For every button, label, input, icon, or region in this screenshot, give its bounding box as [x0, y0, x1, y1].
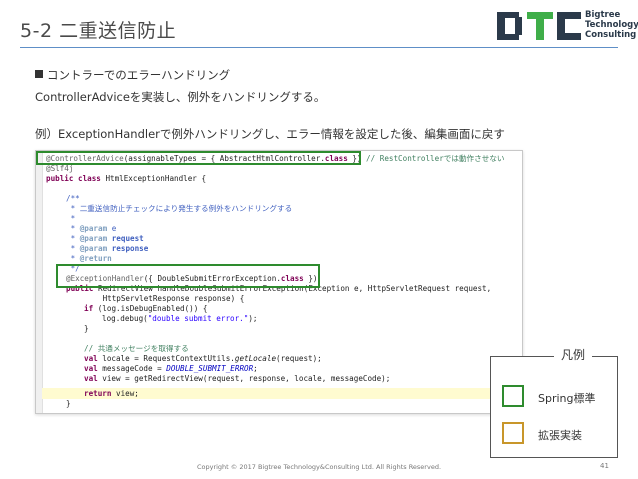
- legend-swatch-ext: [502, 422, 524, 444]
- code-line: *: [66, 214, 76, 223]
- code-line: }: [84, 324, 89, 333]
- code-line: val view = getRedirectView(request, resp…: [84, 374, 391, 383]
- square-bullet-icon: [35, 70, 43, 78]
- code-line: return view;: [84, 389, 139, 398]
- code-line: // 共通メッセージを取得する: [84, 344, 189, 353]
- code-line: }: [66, 399, 71, 408]
- company-logo: Bigtree Technology Consulting: [497, 8, 638, 44]
- code-line: /**: [66, 194, 80, 203]
- title-divider: [20, 47, 618, 48]
- legend-label-spring: Spring標準: [538, 392, 596, 405]
- description-text: ControllerAdviceを実装し、例外をハンドリングする。: [35, 90, 326, 104]
- code-line: log.debug("double submit error.");: [102, 314, 258, 323]
- code-line: * @param request: [66, 234, 144, 243]
- code-line: * 二重送信防止チェックにより発生する例外をハンドリングする: [66, 204, 293, 213]
- legend-title: 凡例: [554, 346, 592, 363]
- editor-gutter: [36, 151, 43, 413]
- slide-title: 5-2 二重送信防止: [20, 20, 177, 42]
- logo-mark-icon: [497, 12, 581, 40]
- code-line: if (log.isDebugEnabled()) {: [84, 304, 208, 313]
- example-text: 例）ExceptionHandlerで例外ハンドリングし、エラー情報を設定した後…: [35, 127, 505, 141]
- page-number: 41: [600, 462, 609, 470]
- spring-annotation-highlight: [36, 151, 361, 165]
- code-line: * @param response: [66, 244, 149, 253]
- legend-swatch-spring: [502, 385, 524, 407]
- code-line: val messageCode = DOUBLE_SUBMIT_ERROR;: [84, 364, 258, 373]
- code-line: @Slf4j: [46, 164, 74, 173]
- code-line: HttpServletResponse response) {: [66, 294, 245, 303]
- code-line: * @param e: [66, 224, 117, 233]
- code-line: val locale = RequestContextUtils.getLoca…: [84, 354, 322, 363]
- logo-wordmark: Bigtree Technology Consulting: [585, 10, 638, 40]
- bullet-heading: コントラーでのエラーハンドリング: [35, 67, 230, 83]
- legend-label-ext: 拡張実装: [538, 429, 582, 442]
- code-line: public class HtmlExceptionHandler {: [46, 174, 207, 183]
- copyright-footer: Copyright © 2017 Bigtree Technology&Cons…: [196, 463, 442, 471]
- code-line: * @return: [66, 254, 112, 263]
- exception-handler-highlight: [56, 264, 320, 288]
